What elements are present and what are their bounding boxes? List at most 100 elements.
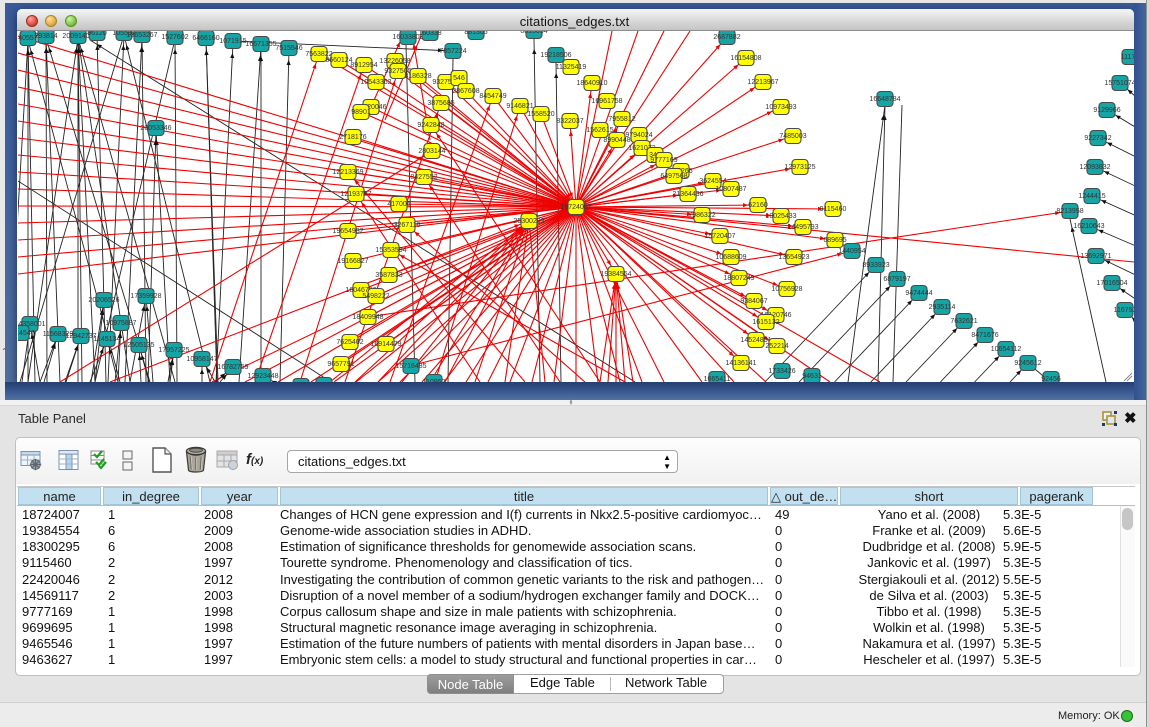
svg-text:1071915: 1071915 [219, 38, 246, 45]
svg-text:10653267: 10653267 [126, 32, 157, 39]
svg-text:1615132: 1615132 [752, 319, 779, 326]
svg-text:92456: 92456 [1041, 376, 1061, 382]
svg-text:15353594: 15353594 [375, 247, 406, 254]
svg-text:1145134: 1145134 [94, 336, 121, 343]
svg-text:9245612: 9245612 [1014, 360, 1041, 367]
svg-text:98901: 98901 [351, 109, 371, 116]
svg-text:12942737: 12942737 [65, 333, 96, 340]
svg-text:9794024: 9794024 [625, 132, 652, 139]
svg-text:9474444: 9474444 [905, 290, 932, 297]
svg-text:417006: 417006 [387, 201, 410, 208]
svg-text:16961758: 16961758 [591, 98, 622, 105]
svg-text:8427552: 8427552 [410, 174, 437, 181]
svg-text:1244415: 1244415 [1078, 193, 1105, 200]
svg-text:8213958: 8213958 [1056, 208, 1083, 215]
svg-text:8912954: 8912954 [350, 62, 377, 69]
svg-text:17016504: 17016504 [1096, 280, 1127, 287]
svg-text:1733426: 1733426 [768, 368, 795, 375]
svg-text:1527602: 1527602 [161, 34, 188, 41]
svg-text:8322037: 8322037 [556, 118, 583, 125]
svg-text:16782759: 16782759 [217, 364, 248, 371]
svg-text:1558520: 1558520 [527, 111, 554, 118]
svg-text:19218506: 19218506 [540, 52, 571, 59]
svg-text:9129966: 9129966 [1093, 107, 1120, 114]
svg-text:2935114: 2935114 [929, 304, 956, 311]
svg-text:10973493: 10973493 [765, 104, 796, 111]
svg-text:10807487: 10807487 [715, 186, 746, 193]
svg-text:10975887: 10975887 [105, 320, 136, 327]
svg-text:6879197: 6879197 [883, 276, 910, 283]
svg-text:3875685: 3875685 [427, 100, 454, 107]
svg-text:8933923: 8933923 [862, 262, 889, 269]
svg-text:96120: 96120 [87, 31, 107, 37]
svg-text:293814: 293814 [34, 33, 57, 40]
svg-text:12093832: 12093832 [1079, 164, 1110, 171]
svg-text:13654923: 13654923 [778, 254, 809, 261]
svg-text:2687882: 2687882 [713, 34, 740, 41]
svg-text:1440954: 1440954 [838, 248, 865, 255]
svg-text:9115460: 9115460 [820, 206, 847, 213]
svg-text:12213369: 12213369 [332, 169, 363, 176]
svg-text:12923448: 12923448 [247, 373, 278, 380]
svg-text:7955812: 7955812 [608, 116, 635, 123]
svg-text:9242848: 9242848 [417, 122, 444, 129]
svg-text:9227342: 9227342 [1084, 135, 1111, 142]
svg-text:10025433: 10025433 [765, 213, 796, 220]
svg-text:16210643: 16210643 [1073, 223, 1104, 230]
svg-text:62160: 62160 [748, 202, 768, 209]
svg-text:17359928: 17359928 [130, 293, 161, 300]
svg-text:2867608: 2867608 [452, 88, 479, 95]
svg-text:2718176: 2718176 [339, 134, 366, 141]
svg-text:10543362: 10543362 [360, 79, 391, 86]
svg-text:252214: 252214 [765, 343, 788, 350]
svg-text:8186328: 8186328 [404, 73, 431, 80]
svg-text:5498222: 5498222 [362, 293, 389, 300]
svg-text:160338: 160338 [418, 31, 441, 37]
svg-text:19166827: 19166827 [337, 258, 368, 265]
svg-text:1065411: 1065411 [704, 376, 731, 382]
svg-text:18724007: 18724007 [560, 204, 591, 211]
svg-text:9914547: 9914547 [18, 330, 35, 337]
svg-text:6497568: 6497568 [660, 173, 687, 180]
svg-text:11172: 11172 [1121, 54, 1134, 61]
svg-text:15751074: 15751074 [1104, 80, 1134, 87]
svg-text:12193787: 12193787 [340, 191, 371, 198]
svg-text:3267110: 3267110 [394, 222, 421, 229]
svg-text:7986322: 7986322 [688, 212, 715, 219]
svg-text:110952: 110952 [423, 379, 446, 382]
svg-text:3587833: 3587833 [375, 272, 402, 279]
svg-text:15716485: 15716485 [395, 363, 426, 370]
svg-text:20206526: 20206526 [88, 297, 119, 304]
svg-text:19384554: 19384554 [600, 271, 631, 278]
svg-text:16671355: 16671355 [245, 41, 276, 48]
svg-text:8471676: 8471676 [971, 332, 998, 339]
svg-text:7485003: 7485003 [779, 133, 806, 140]
svg-text:15720407: 15720407 [704, 233, 735, 240]
svg-text:10756928: 10756928 [771, 286, 802, 293]
svg-text:17957225: 17957225 [158, 347, 189, 354]
svg-text:6466160: 6466160 [192, 35, 219, 42]
svg-text:16914479: 16914479 [370, 341, 401, 348]
svg-text:9777169: 9777169 [650, 157, 677, 164]
svg-text:12973125: 12973125 [784, 164, 815, 171]
svg-text:21364436: 21364436 [672, 191, 703, 198]
svg-text:9384067: 9384067 [740, 298, 767, 305]
svg-text:16154808: 16154808 [730, 55, 761, 62]
svg-text:7515546: 7515546 [275, 45, 302, 52]
svg-text:25300203: 25300203 [513, 218, 544, 225]
svg-text:881305: 881305 [464, 31, 487, 36]
svg-text:19654982: 19654982 [332, 228, 363, 235]
svg-text:11325419: 11325419 [556, 64, 587, 71]
svg-text:116753: 116753 [1114, 307, 1134, 314]
svg-text:8454749: 8454749 [479, 93, 506, 100]
svg-text:8660124: 8660124 [325, 57, 352, 64]
svg-text:12505135: 12505135 [123, 342, 154, 349]
svg-text:9657791: 9657791 [327, 361, 354, 368]
svg-text:13692971: 13692971 [1080, 253, 1111, 260]
svg-text:20053346: 20053346 [140, 125, 171, 132]
svg-text:2803144: 2803144 [418, 148, 445, 155]
svg-text:689695: 689695 [823, 237, 846, 244]
svg-text:18640910: 18640910 [576, 80, 607, 87]
svg-text:7632621: 7632621 [950, 318, 977, 325]
svg-text:10958147: 10958147 [186, 356, 217, 363]
